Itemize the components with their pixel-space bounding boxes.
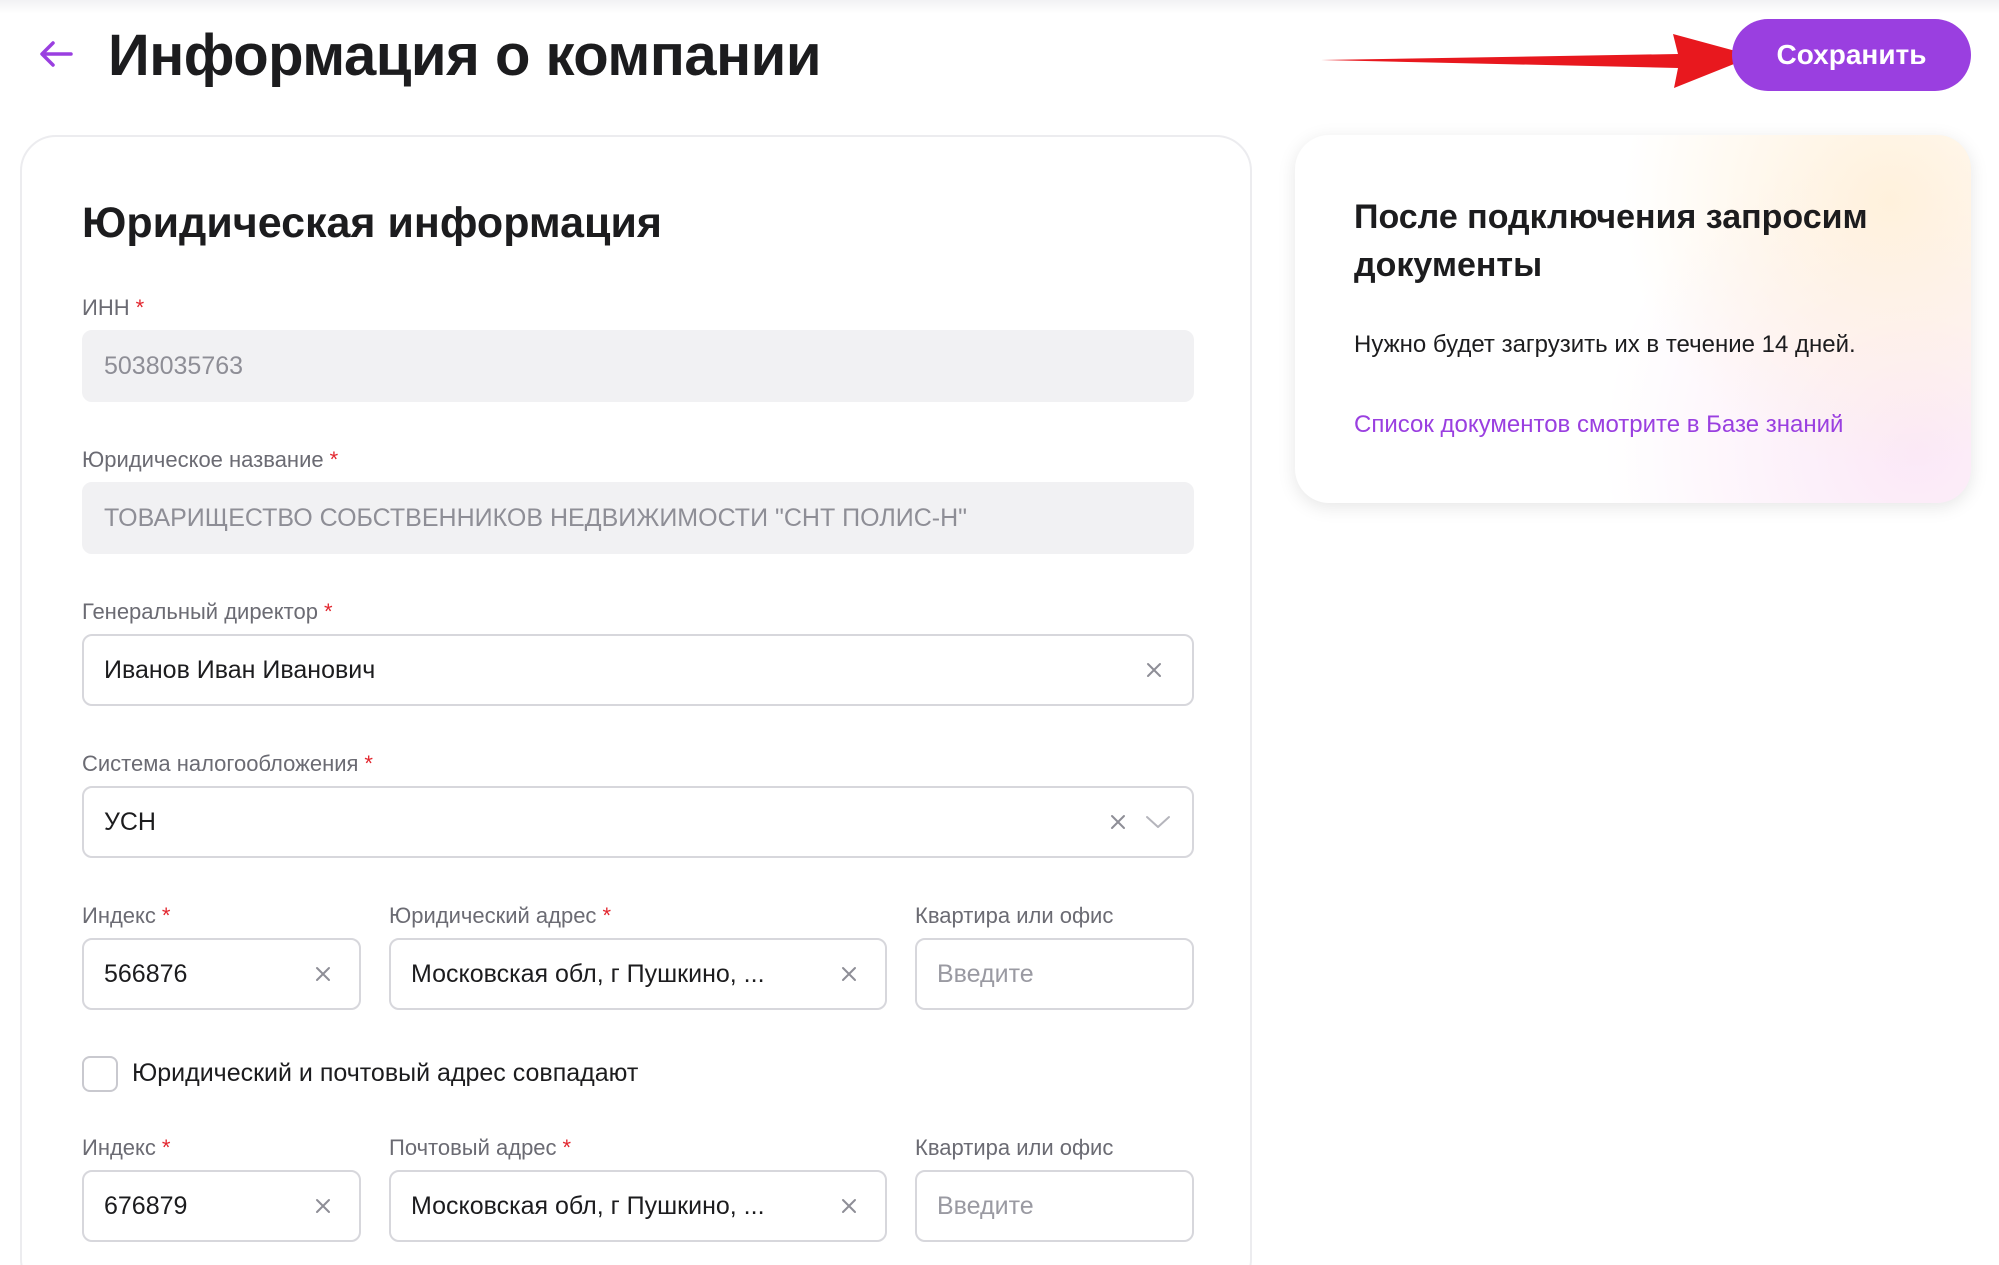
- postal-address-label: Почтовый адрес *: [389, 1135, 572, 1160]
- tax-system-dropdown-button[interactable]: [1138, 806, 1178, 838]
- tax-system-label: Система налогообложения *: [82, 751, 373, 776]
- close-icon: [316, 967, 330, 981]
- director-label: Генеральный директор *: [82, 599, 333, 624]
- inn-field: 5038035763: [82, 330, 1194, 402]
- info-card-title: После подключения запросим документы: [1354, 198, 1868, 284]
- clear-legal-address-button[interactable]: [833, 958, 865, 990]
- legal-address-input[interactable]: Московская обл, г Пушкино, ...: [389, 938, 887, 1010]
- postal-index-input[interactable]: 676879: [82, 1170, 361, 1242]
- postal-office-label: Квартира или офис: [915, 1135, 1114, 1160]
- legal-office-input[interactable]: Введите: [915, 938, 1194, 1010]
- clear-legal-index-button[interactable]: [307, 958, 339, 990]
- same-address-label: Юридический и почтовый адрес совпадают: [132, 1059, 639, 1087]
- legal-office-placeholder: Введите: [937, 959, 1034, 988]
- clear-tax-system-button[interactable]: [1102, 806, 1134, 838]
- same-address-checkbox[interactable]: [82, 1056, 118, 1092]
- save-button[interactable]: Сохранить: [1732, 19, 1971, 91]
- close-icon: [316, 1199, 330, 1213]
- topbar-shadow: [0, 0, 1999, 14]
- legal-address-value: Московская обл, г Пушкино, ...: [411, 959, 765, 988]
- legal-info-card: Юридическая информация ИНН * 5038035763 Ю…: [20, 135, 1252, 1265]
- close-icon: [842, 967, 856, 981]
- postal-index-label: Индекс *: [82, 1135, 171, 1160]
- tax-system-select[interactable]: УСН: [82, 786, 1194, 858]
- legal-index-label: Индекс *: [82, 903, 171, 928]
- legal-index-input[interactable]: 566876: [82, 938, 361, 1010]
- director-value: Иванов Иван Иванович: [104, 655, 376, 684]
- close-icon: [1147, 663, 1161, 677]
- legal-office-label: Квартира или офис: [915, 903, 1114, 928]
- postal-address-input[interactable]: Московская обл, г Пушкино, ...: [389, 1170, 887, 1242]
- inn-value: 5038035763: [104, 351, 244, 380]
- chevron-down-icon: [1146, 816, 1170, 828]
- legal-index-value: 566876: [104, 959, 188, 988]
- documents-info-card: После подключения запросим документы Нуж…: [1295, 135, 1971, 503]
- postal-office-input[interactable]: Введите: [915, 1170, 1194, 1242]
- close-icon: [1111, 815, 1125, 829]
- clear-postal-index-button[interactable]: [307, 1190, 339, 1222]
- back-button[interactable]: [36, 34, 76, 74]
- legal-address-label: Юридический адрес *: [389, 903, 611, 928]
- clear-postal-address-button[interactable]: [833, 1190, 865, 1222]
- clear-director-button[interactable]: [1138, 654, 1170, 686]
- postal-address-value: Московская обл, г Пушкино, ...: [411, 1191, 765, 1220]
- postal-office-placeholder: Введите: [937, 1191, 1034, 1220]
- postal-index-value: 676879: [104, 1191, 188, 1220]
- legal-name-label: Юридическое название *: [82, 447, 339, 472]
- info-card-text: Нужно будет загрузить их в течение 14 дн…: [1354, 331, 1856, 358]
- director-input[interactable]: Иванов Иван Иванович: [82, 634, 1194, 706]
- red-arrow-icon: [1321, 34, 1754, 88]
- inn-label: ИНН *: [82, 295, 145, 320]
- tax-system-value: УСН: [104, 807, 156, 836]
- page-title: Информация о компании: [108, 23, 821, 88]
- close-icon: [842, 1199, 856, 1213]
- arrow-left-icon: [40, 41, 73, 67]
- legal-name-field: ТОВАРИЩЕСТВО СОБСТВЕННИКОВ НЕДВИЖИМОСТИ …: [82, 482, 1194, 554]
- section-title: Юридическая информация: [82, 199, 663, 247]
- legal-name-value: ТОВАРИЩЕСТВО СОБСТВЕННИКОВ НЕДВИЖИМОСТИ …: [104, 503, 968, 532]
- knowledge-base-link[interactable]: Список документов смотрите в Базе знаний: [1354, 411, 1843, 439]
